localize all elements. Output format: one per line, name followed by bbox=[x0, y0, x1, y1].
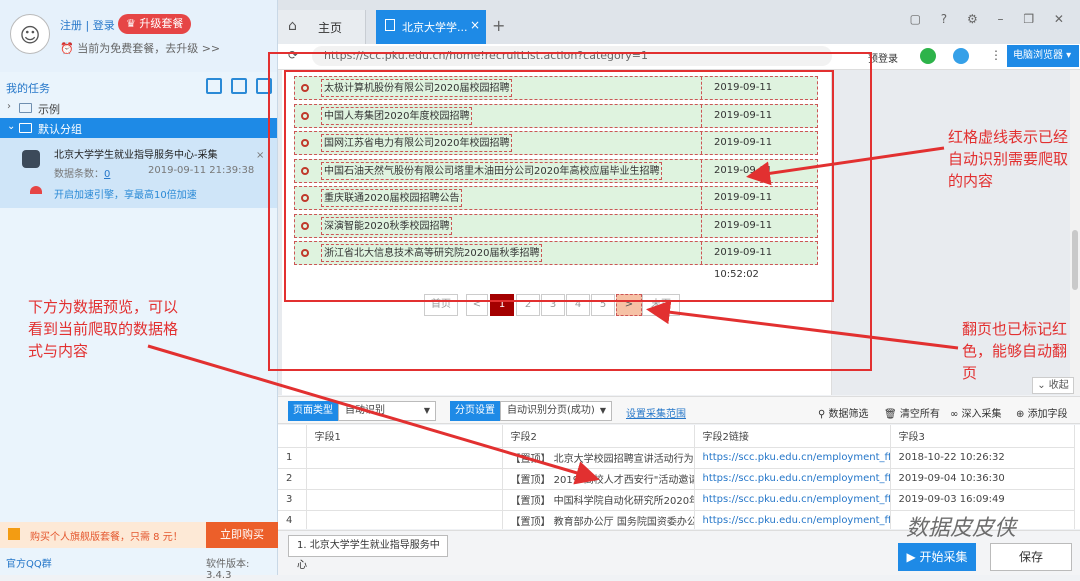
arrow-to-table bbox=[147, 344, 600, 485]
annotation-arrows bbox=[147, 146, 959, 485]
arrow-to-list bbox=[746, 146, 945, 186]
arrow-to-pager bbox=[646, 300, 959, 350]
